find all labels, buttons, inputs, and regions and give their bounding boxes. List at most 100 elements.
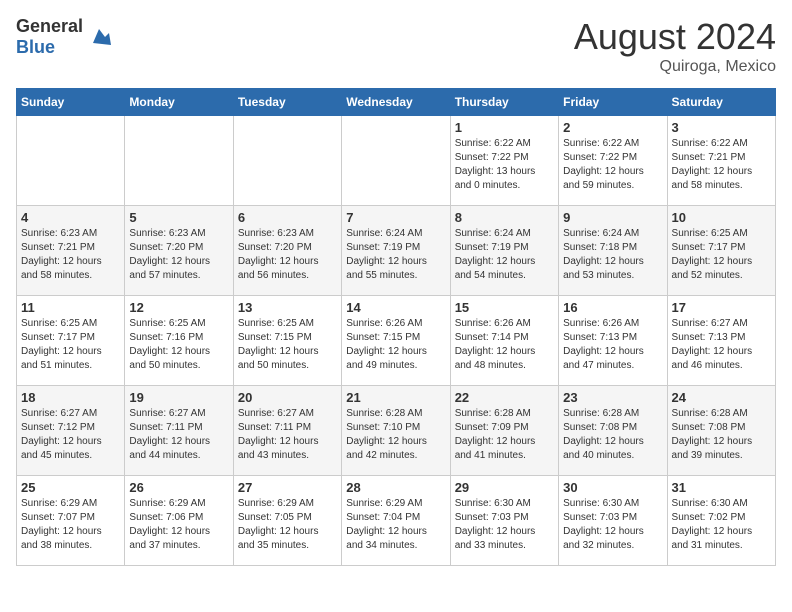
day-number: 26 bbox=[129, 480, 228, 495]
calendar-cell: 4 Sunrise: 6:23 AM Sunset: 7:21 PM Daylig… bbox=[17, 206, 125, 296]
cell-info: Sunrise: 6:30 AM Sunset: 7:02 PM Dayligh… bbox=[672, 497, 771, 553]
cell-info: Sunrise: 6:25 AM Sunset: 7:16 PM Dayligh… bbox=[129, 317, 228, 373]
cell-info: Sunrise: 6:27 AM Sunset: 7:11 PM Dayligh… bbox=[129, 407, 228, 463]
cell-info: Sunrise: 6:30 AM Sunset: 7:03 PM Dayligh… bbox=[563, 497, 662, 553]
day-number: 10 bbox=[672, 210, 771, 225]
calendar-cell: 28 Sunrise: 6:29 AM Sunset: 7:04 PM Dayli… bbox=[342, 476, 450, 566]
day-number: 29 bbox=[455, 480, 554, 495]
cell-info: Sunrise: 6:23 AM Sunset: 7:20 PM Dayligh… bbox=[238, 227, 337, 283]
day-number: 15 bbox=[455, 300, 554, 315]
cell-info: Sunrise: 6:24 AM Sunset: 7:19 PM Dayligh… bbox=[346, 227, 445, 283]
day-number: 2 bbox=[563, 120, 662, 135]
cell-info: Sunrise: 6:26 AM Sunset: 7:14 PM Dayligh… bbox=[455, 317, 554, 373]
cell-info: Sunrise: 6:27 AM Sunset: 7:12 PM Dayligh… bbox=[21, 407, 120, 463]
day-number: 13 bbox=[238, 300, 337, 315]
day-number: 19 bbox=[129, 390, 228, 405]
calendar-cell: 26 Sunrise: 6:29 AM Sunset: 7:06 PM Dayli… bbox=[125, 476, 233, 566]
calendar-cell: 7 Sunrise: 6:24 AM Sunset: 7:19 PM Daylig… bbox=[342, 206, 450, 296]
cell-info: Sunrise: 6:23 AM Sunset: 7:20 PM Dayligh… bbox=[129, 227, 228, 283]
day-header-thursday: Thursday bbox=[450, 89, 558, 116]
calendar-cell: 25 Sunrise: 6:29 AM Sunset: 7:07 PM Dayli… bbox=[17, 476, 125, 566]
calendar-cell: 14 Sunrise: 6:26 AM Sunset: 7:15 PM Dayli… bbox=[342, 296, 450, 386]
header-row: SundayMondayTuesdayWednesdayThursdayFrid… bbox=[17, 89, 776, 116]
calendar-cell: 27 Sunrise: 6:29 AM Sunset: 7:05 PM Dayli… bbox=[233, 476, 341, 566]
calendar-cell: 20 Sunrise: 6:27 AM Sunset: 7:11 PM Dayli… bbox=[233, 386, 341, 476]
cell-info: Sunrise: 6:25 AM Sunset: 7:17 PM Dayligh… bbox=[21, 317, 120, 373]
day-number: 8 bbox=[455, 210, 554, 225]
day-header-sunday: Sunday bbox=[17, 89, 125, 116]
calendar-cell: 8Sunrise: 6:24 AM Sunset: 7:19 PM Daylig… bbox=[450, 206, 558, 296]
day-number: 21 bbox=[346, 390, 445, 405]
day-number: 20 bbox=[238, 390, 337, 405]
day-header-wednesday: Wednesday bbox=[342, 89, 450, 116]
calendar-cell: 1 Sunrise: 6:22 AM Sunset: 7:22 PM Daylig… bbox=[450, 116, 558, 206]
calendar-cell: 11 Sunrise: 6:25 AM Sunset: 7:17 PM Dayli… bbox=[17, 296, 125, 386]
cell-info: Sunrise: 6:28 AM Sunset: 7:09 PM Dayligh… bbox=[455, 407, 554, 463]
week-row-2: 4 Sunrise: 6:23 AM Sunset: 7:21 PM Daylig… bbox=[17, 206, 776, 296]
calendar-body: 1 Sunrise: 6:22 AM Sunset: 7:22 PM Daylig… bbox=[17, 116, 776, 566]
calendar-cell: 31 Sunrise: 6:30 AM Sunset: 7:02 PM Dayli… bbox=[667, 476, 775, 566]
logo-blue: Blue bbox=[16, 37, 55, 57]
day-number: 27 bbox=[238, 480, 337, 495]
cell-info: Sunrise: 6:22 AM Sunset: 7:21 PM Dayligh… bbox=[672, 137, 771, 193]
calendar-cell: 22Sunrise: 6:28 AM Sunset: 7:09 PM Dayli… bbox=[450, 386, 558, 476]
day-number: 7 bbox=[346, 210, 445, 225]
page-header: General Blue August 2024 Quiroga, Mexico bbox=[16, 16, 776, 76]
day-number: 14 bbox=[346, 300, 445, 315]
cell-info: Sunrise: 6:26 AM Sunset: 7:13 PM Dayligh… bbox=[563, 317, 662, 373]
calendar-cell: 15 Sunrise: 6:26 AM Sunset: 7:14 PM Dayli… bbox=[450, 296, 558, 386]
day-number: 1 bbox=[455, 120, 554, 135]
calendar-cell: 24Sunrise: 6:28 AM Sunset: 7:08 PM Dayli… bbox=[667, 386, 775, 476]
calendar-cell bbox=[125, 116, 233, 206]
calendar-cell: 29Sunrise: 6:30 AM Sunset: 7:03 PM Dayli… bbox=[450, 476, 558, 566]
day-number: 4 bbox=[21, 210, 120, 225]
cell-info: Sunrise: 6:22 AM Sunset: 7:22 PM Dayligh… bbox=[563, 137, 662, 193]
logo-general: General bbox=[16, 16, 83, 36]
cell-info: Sunrise: 6:22 AM Sunset: 7:22 PM Dayligh… bbox=[455, 137, 554, 193]
cell-info: Sunrise: 6:28 AM Sunset: 7:08 PM Dayligh… bbox=[563, 407, 662, 463]
calendar-cell: 13 Sunrise: 6:25 AM Sunset: 7:15 PM Dayli… bbox=[233, 296, 341, 386]
calendar-cell bbox=[17, 116, 125, 206]
week-row-3: 11 Sunrise: 6:25 AM Sunset: 7:17 PM Dayli… bbox=[17, 296, 776, 386]
logo-text: General Blue bbox=[16, 16, 83, 58]
calendar-cell: 19 Sunrise: 6:27 AM Sunset: 7:11 PM Dayli… bbox=[125, 386, 233, 476]
day-number: 11 bbox=[21, 300, 120, 315]
cell-info: Sunrise: 6:27 AM Sunset: 7:11 PM Dayligh… bbox=[238, 407, 337, 463]
day-number: 25 bbox=[21, 480, 120, 495]
calendar-cell: 18 Sunrise: 6:27 AM Sunset: 7:12 PM Dayli… bbox=[17, 386, 125, 476]
calendar-cell: 16Sunrise: 6:26 AM Sunset: 7:13 PM Dayli… bbox=[559, 296, 667, 386]
calendar-cell: 2 Sunrise: 6:22 AM Sunset: 7:22 PM Daylig… bbox=[559, 116, 667, 206]
day-header-friday: Friday bbox=[559, 89, 667, 116]
cell-info: Sunrise: 6:27 AM Sunset: 7:13 PM Dayligh… bbox=[672, 317, 771, 373]
day-number: 28 bbox=[346, 480, 445, 495]
day-number: 9 bbox=[563, 210, 662, 225]
cell-info: Sunrise: 6:29 AM Sunset: 7:07 PM Dayligh… bbox=[21, 497, 120, 553]
calendar-cell: 6 Sunrise: 6:23 AM Sunset: 7:20 PM Daylig… bbox=[233, 206, 341, 296]
cell-info: Sunrise: 6:28 AM Sunset: 7:10 PM Dayligh… bbox=[346, 407, 445, 463]
calendar-cell bbox=[342, 116, 450, 206]
cell-info: Sunrise: 6:29 AM Sunset: 7:06 PM Dayligh… bbox=[129, 497, 228, 553]
calendar-cell bbox=[233, 116, 341, 206]
calendar-cell: 23Sunrise: 6:28 AM Sunset: 7:08 PM Dayli… bbox=[559, 386, 667, 476]
day-number: 31 bbox=[672, 480, 771, 495]
cell-info: Sunrise: 6:29 AM Sunset: 7:04 PM Dayligh… bbox=[346, 497, 445, 553]
day-number: 12 bbox=[129, 300, 228, 315]
logo-icon bbox=[85, 23, 113, 51]
day-number: 6 bbox=[238, 210, 337, 225]
cell-info: Sunrise: 6:24 AM Sunset: 7:18 PM Dayligh… bbox=[563, 227, 662, 283]
day-number: 3 bbox=[672, 120, 771, 135]
cell-info: Sunrise: 6:29 AM Sunset: 7:05 PM Dayligh… bbox=[238, 497, 337, 553]
location: Quiroga, Mexico bbox=[574, 58, 776, 76]
cell-info: Sunrise: 6:23 AM Sunset: 7:21 PM Dayligh… bbox=[21, 227, 120, 283]
calendar-cell: 10Sunrise: 6:25 AM Sunset: 7:17 PM Dayli… bbox=[667, 206, 775, 296]
calendar-cell: 12 Sunrise: 6:25 AM Sunset: 7:16 PM Dayli… bbox=[125, 296, 233, 386]
calendar-cell: 30 Sunrise: 6:30 AM Sunset: 7:03 PM Dayli… bbox=[559, 476, 667, 566]
day-number: 18 bbox=[21, 390, 120, 405]
title-block: August 2024 Quiroga, Mexico bbox=[574, 16, 776, 76]
day-number: 30 bbox=[563, 480, 662, 495]
cell-info: Sunrise: 6:26 AM Sunset: 7:15 PM Dayligh… bbox=[346, 317, 445, 373]
calendar-cell: 5Sunrise: 6:23 AM Sunset: 7:20 PM Daylig… bbox=[125, 206, 233, 296]
day-header-monday: Monday bbox=[125, 89, 233, 116]
cell-info: Sunrise: 6:25 AM Sunset: 7:15 PM Dayligh… bbox=[238, 317, 337, 373]
logo: General Blue bbox=[16, 16, 113, 58]
